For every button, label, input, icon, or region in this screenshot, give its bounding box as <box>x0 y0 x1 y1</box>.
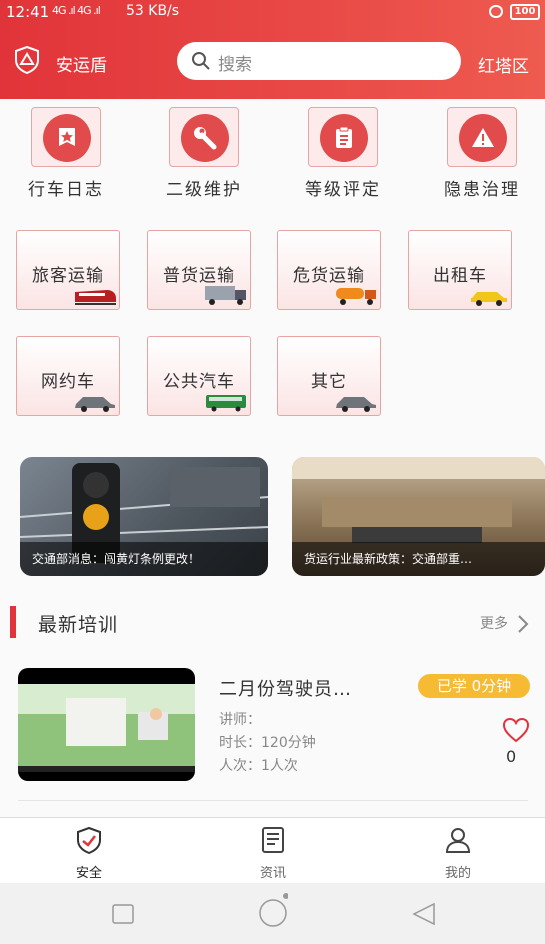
recent-apps-icon[interactable] <box>112 904 134 924</box>
network-speed: 53 KB/s <box>126 3 180 19</box>
tab-label: 资讯 <box>259 866 286 881</box>
training-lecturer: 讲师： <box>219 712 261 728</box>
shield-check-icon <box>77 826 101 855</box>
category-label: 网约车 <box>41 372 95 392</box>
training-item[interactable]: 二月份驾驶员… 已学 0分钟 讲师： 时长：120分钟 人次：1人次 0 <box>0 650 545 810</box>
system-nav-bar <box>0 883 545 944</box>
heart-icon[interactable] <box>502 717 530 743</box>
bottom-tab-bar: 安全 资讯 我的 <box>0 817 545 883</box>
feature-driving-log[interactable]: 行车日志 <box>11 107 121 200</box>
app-title: 安运盾 <box>56 56 107 76</box>
training-duration: 时长：120分钟 <box>219 735 316 751</box>
feature-rating[interactable]: 等级评定 <box>288 107 398 200</box>
tab-mine[interactable]: 我的 <box>428 826 488 881</box>
feature-label: 行车日志 <box>28 180 104 200</box>
user-icon <box>445 828 471 853</box>
car-icon <box>336 397 376 412</box>
rotation-lock-icon <box>489 5 503 18</box>
category-other[interactable]: 其它 <box>277 336 381 416</box>
news-caption: 交通部消息：闯黄灯条例更改！ <box>20 542 268 576</box>
training-title: 二月份驾驶员… <box>219 679 352 700</box>
search-input[interactable]: 搜索 <box>177 42 461 80</box>
wrench-icon <box>194 127 217 150</box>
like-count: 0 <box>506 747 517 766</box>
category-label: 危货运输 <box>293 266 365 286</box>
region-selector[interactable]: 红塔区 <box>478 52 529 77</box>
category-label: 普货运输 <box>163 266 235 286</box>
category-label: 其它 <box>311 372 347 392</box>
star-badge-icon <box>59 128 75 146</box>
bus-icon <box>206 395 246 412</box>
section-title: 最新培训 <box>38 614 119 636</box>
search-icon <box>192 52 210 70</box>
chevron-right-icon[interactable] <box>516 614 530 634</box>
news-banner-yellow-light[interactable]: 交通部消息：闯黄灯条例更改！ <box>20 457 268 576</box>
training-visits: 人次：1人次 <box>219 758 298 774</box>
training-thumbnail <box>18 668 195 781</box>
category-label: 出租车 <box>433 266 487 286</box>
battery-icon: 100 <box>510 4 540 20</box>
app-logo-icon <box>15 46 39 74</box>
clipboard-icon <box>336 126 352 148</box>
tab-label: 安全 <box>75 866 102 881</box>
status-bar: 12:41 4G .ıl 4G .ıl 53 KB/s 100 <box>0 0 545 24</box>
feature-hazard[interactable]: 隐患治理 <box>427 107 537 200</box>
divider <box>18 800 528 801</box>
section-accent-bar <box>10 606 16 638</box>
feature-label: 等级评定 <box>305 180 381 200</box>
taxi-icon <box>471 292 507 306</box>
truck-icon <box>205 286 246 305</box>
feature-label: 隐患治理 <box>444 180 520 200</box>
feature-label: 二级维护 <box>166 180 242 200</box>
app-header: 12:41 4G .ıl 4G .ıl 53 KB/s 100 安运盾 搜索 红… <box>0 0 545 99</box>
car-icon <box>75 397 115 412</box>
news-caption: 货运行业最新政策：交通部重… <box>292 542 545 576</box>
category-bus[interactable]: 公共汽车 <box>147 336 251 416</box>
category-ride-hailing[interactable]: 网约车 <box>16 336 120 416</box>
tab-label: 我的 <box>444 866 471 881</box>
category-passenger[interactable]: 旅客运输 <box>16 230 120 310</box>
warning-icon <box>472 128 494 147</box>
category-dangerous-goods[interactable]: 危货运输 <box>277 230 381 310</box>
category-general-freight[interactable]: 普货运输 <box>147 230 251 310</box>
back-icon[interactable] <box>412 902 436 926</box>
search-placeholder: 搜索 <box>218 55 252 75</box>
category-taxi[interactable]: 出租车 <box>408 230 512 310</box>
category-label: 旅客运输 <box>32 266 104 286</box>
more-link[interactable]: 更多 <box>480 613 508 633</box>
home-icon[interactable] <box>258 889 288 929</box>
news-icon <box>262 827 284 853</box>
tanker-icon <box>336 288 376 305</box>
status-time: 12:41 <box>6 3 50 21</box>
train-icon <box>75 290 116 305</box>
study-progress-badge: 已学 0分钟 <box>418 674 530 698</box>
tab-safety[interactable]: 安全 <box>59 826 119 881</box>
feature-maintenance[interactable]: 二级维护 <box>149 107 259 200</box>
signal-icon: 4G .ıl 4G .ıl <box>52 4 101 17</box>
news-banner-freight-policy[interactable]: 货运行业最新政策：交通部重… <box>292 457 545 576</box>
tab-news[interactable]: 资讯 <box>243 826 303 881</box>
category-label: 公共汽车 <box>163 372 235 392</box>
